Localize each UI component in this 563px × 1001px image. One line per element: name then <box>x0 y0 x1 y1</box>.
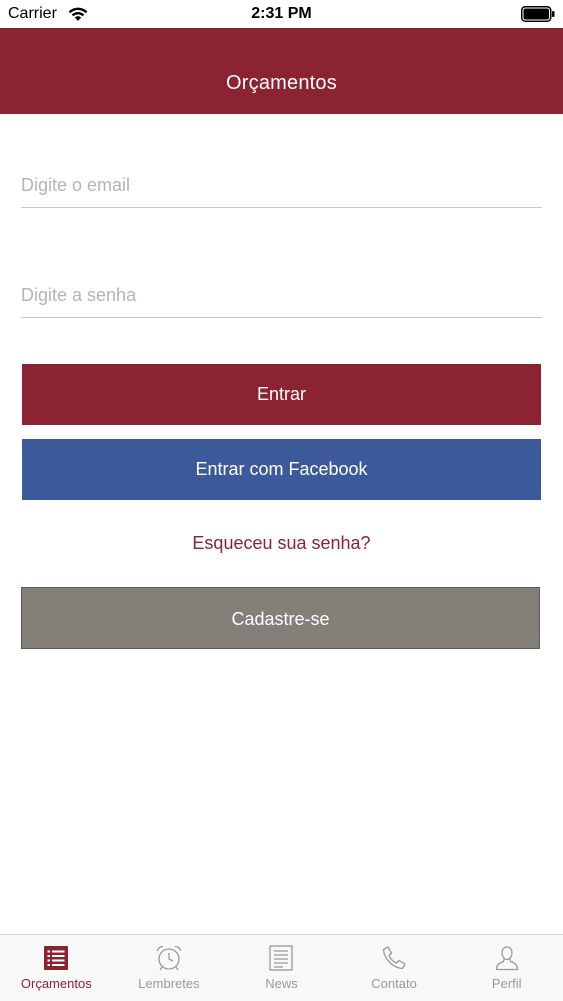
phone-icon <box>382 946 406 970</box>
signup-button[interactable]: Cadastre-se <box>21 587 540 649</box>
tab-label: Contato <box>371 976 417 991</box>
battery-icon <box>521 6 555 22</box>
email-field-container <box>21 163 542 208</box>
tab-perfil[interactable]: Perfil <box>450 935 563 1001</box>
status-bar: Carrier 2:31 PM <box>0 0 563 28</box>
tab-label: Perfil <box>491 976 522 991</box>
navigation-bar: Orçamentos <box>0 28 563 114</box>
tab-lembretes[interactable]: Lembretes <box>113 935 226 1001</box>
list-icon <box>44 946 69 970</box>
login-button[interactable]: Entrar <box>22 364 541 425</box>
forgot-password-link[interactable]: Esqueceu sua senha? <box>0 533 563 554</box>
password-field[interactable] <box>21 273 542 317</box>
newspaper-icon <box>269 945 294 971</box>
tab-contato[interactable]: Contato <box>338 935 451 1001</box>
tab-news[interactable]: News <box>225 935 338 1001</box>
tab-label: Lembretes <box>138 976 200 991</box>
email-field[interactable] <box>21 163 542 207</box>
tab-label: News <box>265 976 298 991</box>
tab-orcamentos[interactable]: Orçamentos <box>0 935 113 1001</box>
password-field-container <box>21 273 542 318</box>
tab-label: Orçamentos <box>20 976 92 991</box>
alarm-clock-icon <box>156 945 182 971</box>
page-title: Orçamentos <box>226 72 337 94</box>
facebook-login-button[interactable]: Entrar com Facebook <box>22 439 541 500</box>
user-icon <box>495 946 518 971</box>
tab-bar: Orçamentos Lembretes News Contato Perfil <box>0 934 563 1001</box>
status-time: 2:31 PM <box>251 5 312 22</box>
